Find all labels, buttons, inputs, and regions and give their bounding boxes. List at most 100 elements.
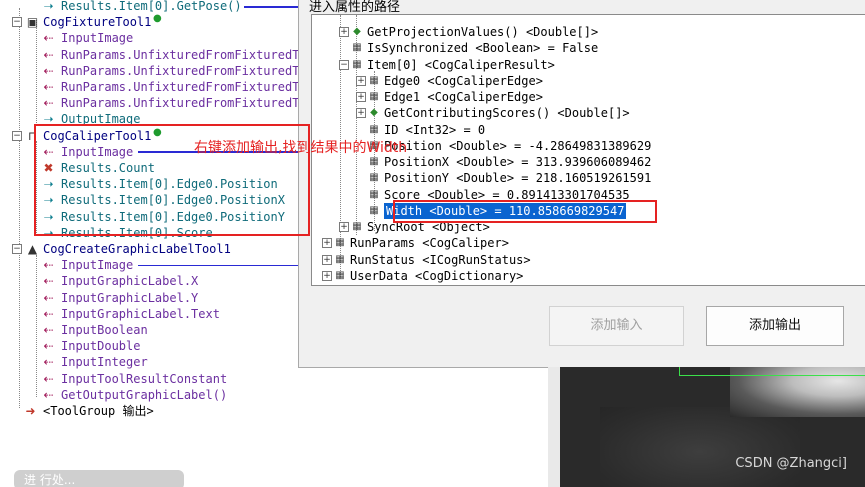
expand-icon[interactable]: + [322,254,332,265]
output-terminal-icon: ➝ [43,0,54,13]
terminal-node[interactable]: ⇠ InputGraphicLabel.Y [0,290,300,306]
property-icon: ▦ [352,42,362,54]
property-node[interactable]: + ▦ UserData <CogDictionary> [322,268,852,284]
property-icon: ▦ [352,221,362,232]
input-terminal-icon: ⇠ [43,80,54,94]
input-terminal-label: InputGraphicLabel.X [61,274,199,289]
expand-icon[interactable]: + [339,222,349,232]
property-label: GetContributingScores() <Double[]> [384,106,630,121]
input-terminal-label: InputImage [61,31,134,46]
property-node[interactable]: − ▦ Item[0] <CogCaliperResult> [339,57,852,73]
terminal-node[interactable]: ⇠ InputToolResultConstant [0,371,300,387]
property-node[interactable]: + ▦ Edge1 <CogCaliperEdge> [356,89,852,105]
roi-graphic[interactable] [679,367,865,376]
property-label: RunStatus <ICogRunStatus> [350,252,531,267]
terminal-node[interactable]: ⇠ InputGraphicLabel.X [0,273,300,289]
input-terminal-label: GetOutputGraphicLabel() [61,387,228,402]
graphic-label-tool-icon: ▲ [27,242,38,256]
input-terminal-icon: ⇠ [43,339,54,354]
tool-node[interactable]: − ▲ CogCreateGraphicLabelTool1 [0,241,300,257]
terminal-node[interactable]: ⇠ GetOutputGraphicLabel() [0,387,300,403]
terminal-node[interactable]: ⇠ RunParams.UnfixturedFromFixturedT [0,47,300,63]
fixture-tool-icon: ▣ [26,15,39,30]
input-terminal-icon: ⇠ [43,371,54,386]
method-icon: ◆ [353,26,361,37]
property-icon: ▦ [335,237,345,249]
property-label: Position <Double> = -4.28649831389629 [384,138,652,153]
property-node[interactable]: + ▦ Edge0 <CogCaliperEdge> [356,73,852,89]
terminal-node[interactable]: ⇠ RunParams.UnfixturedFromFixturedT [0,63,300,79]
property-icon: ▦ [369,156,379,167]
property-label: Edge1 <CogCaliperEdge> [384,90,543,104]
property-node[interactable]: ▦ PositionX <Double> = 313.939606089462 [356,154,852,170]
status-chip[interactable]: 进 行处... [14,470,184,487]
property-icon: ▦ [369,204,379,216]
expand-icon[interactable]: + [322,238,332,249]
terminal-node[interactable]: ⇠ InputImage [0,30,300,46]
expand-icon[interactable]: + [339,27,349,37]
collapse-icon[interactable]: − [12,244,22,254]
collapse-icon[interactable]: − [12,17,22,28]
property-label: RunParams <CogCaliper> [350,236,509,251]
property-node[interactable]: ▦ ID <Int32> = 0 [356,122,852,138]
property-node[interactable]: + ◆ GetContributingScores() <Double[]> [356,105,852,121]
expand-icon[interactable]: + [356,92,366,102]
input-terminal-label: InputGraphicLabel.Text [61,306,220,321]
input-terminal-label: InputGraphicLabel.Y [61,290,199,305]
tool-name: CogFixtureTool1 [43,15,152,30]
tool-node[interactable]: − ▣ CogFixtureTool1 ● [0,13,300,30]
group-output-label: <ToolGroup 输出> [43,404,154,418]
property-label: ID <Int32> = 0 [384,122,486,137]
property-node[interactable]: + ▦ RunParams <CogCaliper> [322,235,852,251]
expand-icon[interactable]: + [322,270,332,281]
tool-name: CogCreateGraphicLabelTool1 [43,242,231,256]
input-terminal-label: InputInteger [61,355,148,370]
add-output-button[interactable]: 添加输出 [706,306,844,346]
terminal-node[interactable]: ⇠ InputGraphicLabel.Text [0,306,300,322]
property-node[interactable]: + ▦ RunStatus <ICogRunStatus> [322,252,852,268]
input-terminal-icon: ⇠ [43,47,54,62]
toolgroup-output-node[interactable]: ➜ <ToolGroup 输出> [0,403,300,419]
input-terminal-label: RunParams.UnfixturedFromFixturedT [61,63,300,78]
input-terminal-icon: ⇠ [43,355,54,370]
dialog-title: 进入属性的路径 [309,0,401,15]
group-output-arrow-icon: ➜ [25,404,36,418]
terminal-node[interactable]: ⇠ InputInteger [0,354,300,370]
input-terminal-icon: ⇠ [43,96,54,111]
tool-tree-panel: 进 行处... ➝ Results.Item[0].GetPose() − ▣ CogF… [0,0,300,487]
input-terminal-icon: ⇠ [43,63,54,78]
input-terminal-label: RunParams.UnfixturedFromFixturedT [61,96,300,111]
property-icon: ▦ [369,172,379,184]
add-terminal-dialog: 进入属性的路径 + ◆ GetProjectionValues() <Double[… [298,0,865,368]
input-terminal-label: InputToolResultConstant [61,371,228,386]
property-label: IsSynchronized <Boolean> = False [367,41,599,56]
input-terminal-label: InputBoolean [61,323,148,337]
viewer-gutter [548,367,560,487]
property-node[interactable]: + ◆ GetProjectionValues() <Double[]> [339,24,852,40]
watermark-text: CSDN @Zhangci] [735,456,847,471]
property-label: GetProjectionValues() <Double[]> [367,25,599,39]
terminal-node[interactable]: ⇠ InputDouble [0,338,300,354]
add-input-button[interactable]: 添加输入 [549,306,684,346]
terminal-node[interactable]: ⇠ RunParams.UnfixturedFromFixturedT [0,95,300,111]
terminal-node[interactable]: ⇠ InputBoolean [0,322,300,338]
property-node[interactable]: ▦ IsSynchronized <Boolean> = False [339,40,852,56]
input-terminal-icon: ⇠ [43,31,54,46]
terminal-node[interactable]: ⇠ RunParams.UnfixturedFromFixturedT [0,79,300,95]
collapse-icon[interactable]: − [12,130,22,141]
expand-icon[interactable]: + [356,75,366,86]
input-terminal-label: InputImage [61,258,134,273]
property-icon: ▦ [369,74,379,86]
expand-icon[interactable]: + [356,108,366,119]
collapse-icon[interactable]: − [339,59,349,70]
property-label: PositionY <Double> = 218.160519261591 [384,171,652,186]
property-label: UserData <CogDictionary> [350,268,524,283]
input-terminal-label: InputDouble [61,339,141,354]
property-icon: ▦ [369,123,379,135]
input-terminal-icon: ⇠ [43,387,54,402]
property-node[interactable]: ▦ Position <Double> = -4.28649831389629 [356,138,852,154]
property-icon: ▦ [335,269,345,281]
property-node[interactable]: ▦ PositionY <Double> = 218.160519261591 [356,170,852,186]
image-content [600,407,800,487]
property-icon: ▦ [369,188,379,200]
